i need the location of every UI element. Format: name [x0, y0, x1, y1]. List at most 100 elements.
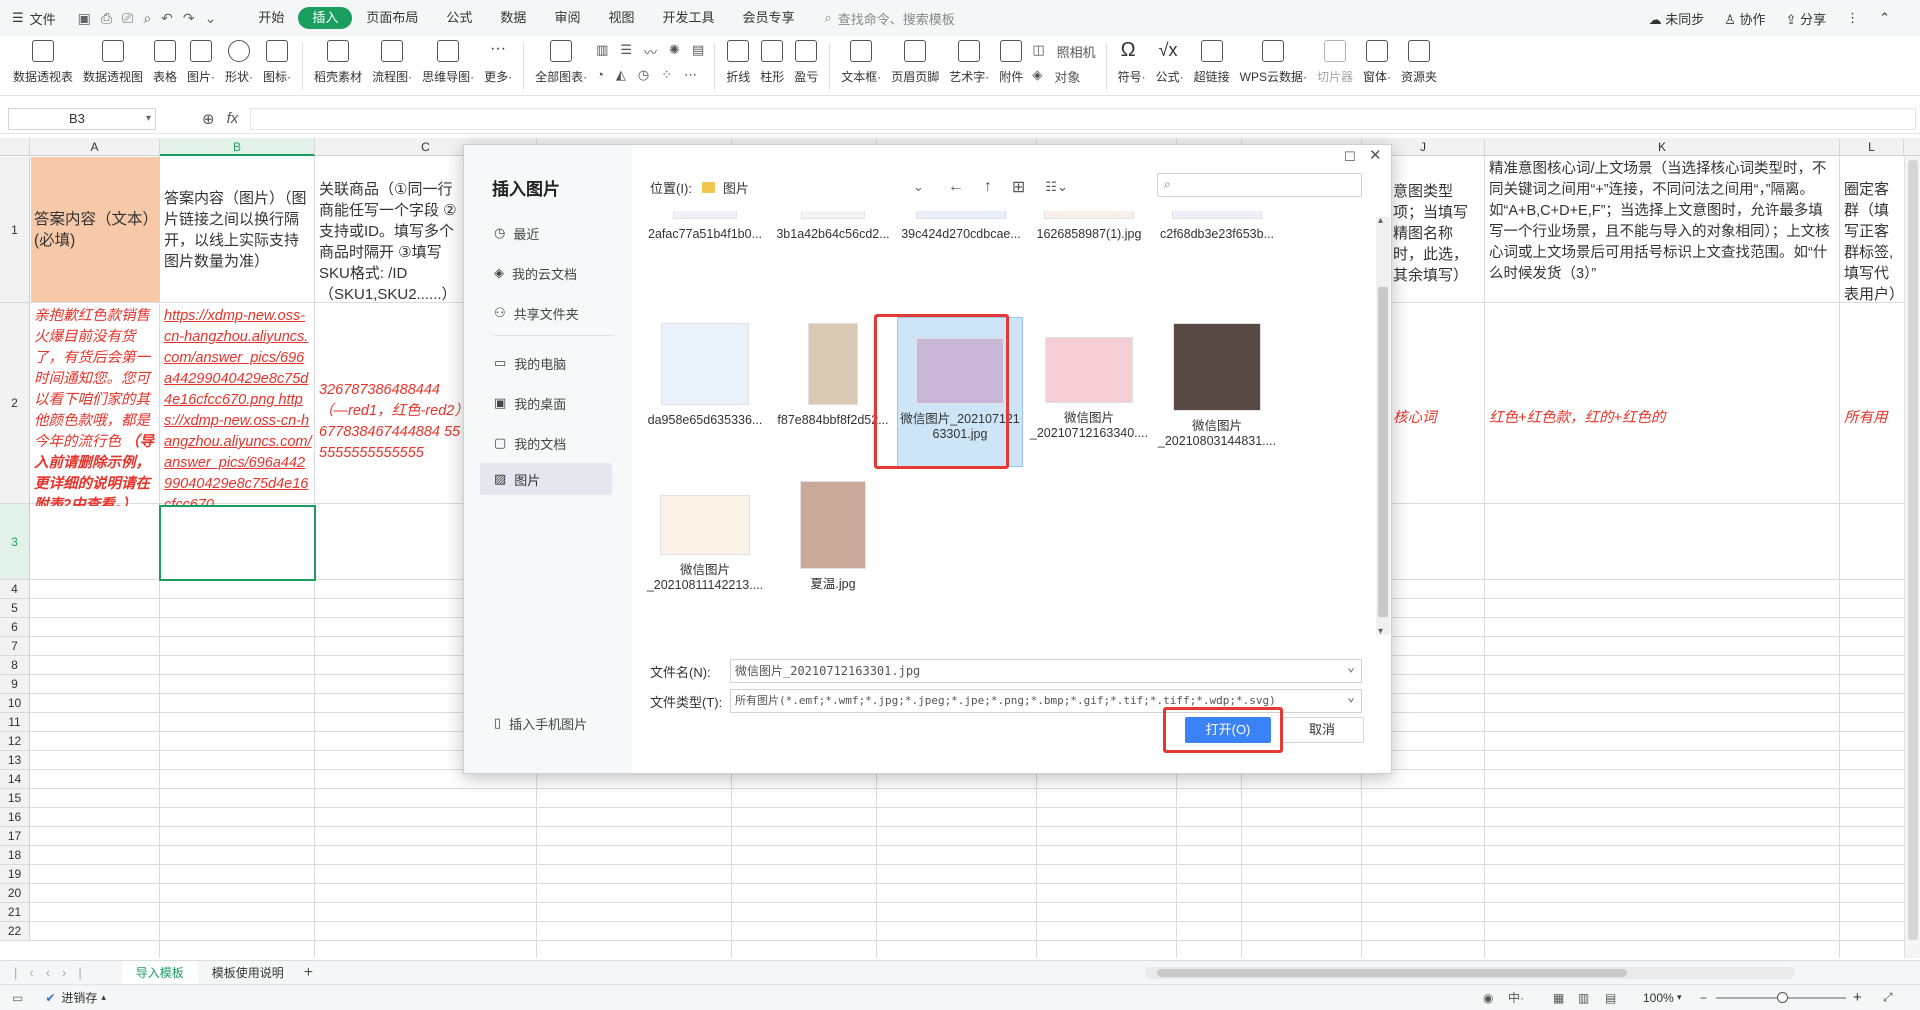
row-header-4[interactable]: 4: [0, 580, 30, 599]
cell-c2[interactable]: 326787386488444（—red1，红色-red2）6778384674…: [316, 378, 466, 458]
filename-input[interactable]: 微信图片_20210712163301.jpg: [730, 657, 1362, 683]
zoom-level[interactable]: 100%: [1643, 991, 1674, 1005]
docer-material-button[interactable]: 稻壳素材: [309, 36, 367, 85]
file-item[interactable]: 3b1a42b64c56cd2...: [769, 211, 897, 309]
zoom-in-plus-icon[interactable]: +: [1853, 989, 1862, 1006]
object-button[interactable]: ◈ 对象: [1032, 67, 1095, 86]
cell-k2[interactable]: 红色+红色款，红的+红色的: [1486, 406, 1840, 430]
row-header-18[interactable]: 18: [0, 846, 30, 865]
header-footer-button[interactable]: 页眉页脚: [886, 36, 944, 85]
cell-k1[interactable]: 精准意图核心词/上文场景（当选择核心词类型时，不同关键词之间用“+”连接，不同问…: [1486, 157, 1840, 302]
pie-chart-icon[interactable]: ◔: [596, 67, 604, 83]
line-chart-icon[interactable]: 〰: [644, 42, 657, 61]
row-header-22[interactable]: 22: [0, 922, 30, 941]
row-header-20[interactable]: 20: [0, 884, 30, 903]
file-item[interactable]: c2f68db3e23f653b...: [1153, 211, 1281, 309]
horizontal-scroll-thumb[interactable]: [1157, 969, 1627, 977]
tab-developer[interactable]: 开发工具: [648, 7, 728, 29]
row-header-16[interactable]: 16: [0, 808, 30, 827]
location-select[interactable]: 图片 ⌄: [700, 176, 928, 198]
dialog-search-input[interactable]: ⌕: [1157, 173, 1362, 197]
file-item[interactable]: 微信图片_20210803144831....: [1153, 323, 1281, 483]
file-item[interactable]: 微信图片_20210712163340....: [1025, 323, 1153, 483]
view-mode-icon[interactable]: ☷⌄: [1045, 179, 1068, 195]
textbox-button[interactable]: 文本框·: [836, 36, 886, 85]
name-box[interactable]: B3: [8, 107, 156, 130]
cell-a2[interactable]: 亲抱歉红色款销售火爆目前没有货了，有货后会第一时间通知您。您可以看下咱们家的其他…: [31, 304, 160, 506]
more-button[interactable]: ··· 更多·: [479, 36, 517, 85]
sheet-nav-arrows[interactable]: |‹‹›|: [14, 965, 94, 980]
tab-formulas[interactable]: 公式: [432, 7, 486, 29]
shape-button[interactable]: 形状·: [220, 36, 258, 85]
row-header-19[interactable]: 19: [0, 865, 30, 884]
column-header-a[interactable]: A: [30, 138, 160, 156]
more-quick-access-icon[interactable]: ⌄: [205, 10, 217, 27]
pivot-chart-button[interactable]: 数据透视图: [78, 36, 148, 85]
close-icon[interactable]: ✕: [1369, 146, 1382, 164]
row-header-7[interactable]: 7: [0, 637, 30, 656]
flowchart-button[interactable]: 流程图·: [367, 36, 417, 85]
nav-shared-folder[interactable]: ⚇ 共享文件夹: [480, 297, 612, 329]
formula-input[interactable]: [250, 107, 1916, 130]
gauge-chart-icon[interactable]: ◷: [638, 67, 649, 83]
cell-a1[interactable]: 答案内容（文本）(必填): [31, 157, 160, 302]
more-options-icon[interactable]: ⋮: [1846, 10, 1859, 26]
hyperlink-button[interactable]: 超链接: [1189, 36, 1235, 85]
save-icon[interactable]: ▣: [78, 10, 91, 27]
mindmap-button[interactable]: 思维导图·: [417, 36, 479, 85]
tab-review[interactable]: 审阅: [540, 7, 594, 29]
nav-cloud-docs[interactable]: ◈ 我的云文档: [480, 257, 612, 289]
cell-l2[interactable]: 所有用户: [1841, 406, 1903, 430]
back-arrow-icon[interactable]: ←: [948, 178, 964, 196]
nav-pictures[interactable]: ▨ 图片: [480, 463, 612, 495]
file-menu[interactable]: ☰ 文件: [12, 9, 56, 28]
more-charts-icon[interactable]: ⋯: [684, 67, 697, 83]
file-grid-scrollbar[interactable]: ▴ ▾: [1376, 215, 1390, 637]
equation-button[interactable]: √x 公式·: [1151, 36, 1189, 85]
zoom-dropdown-icon[interactable]: ▾: [1677, 992, 1682, 1003]
tab-view[interactable]: 视图: [594, 7, 648, 29]
insert-from-phone[interactable]: ▯ 插入手机图片: [480, 707, 612, 739]
collapse-ribbon-icon[interactable]: ⌃: [1879, 10, 1890, 26]
scroll-down-icon[interactable]: ▾: [1378, 626, 1383, 637]
tab-insert[interactable]: 插入: [298, 7, 353, 29]
nav-my-computer[interactable]: ▭ 我的电脑: [480, 347, 612, 379]
bar-chart-h-icon[interactable]: ☰: [620, 42, 632, 61]
column-header-l[interactable]: L: [1840, 138, 1904, 156]
input-method-icon[interactable]: 中·: [1508, 989, 1524, 1006]
sync-status[interactable]: ☁ 未同步: [1649, 9, 1705, 28]
file-item[interactable]: da958e65d635336...: [641, 323, 769, 483]
row-header-17[interactable]: 17: [0, 827, 30, 846]
picture-button[interactable]: 图片·: [182, 36, 220, 85]
cancel-button[interactable]: 取消: [1280, 717, 1364, 743]
print-preview-icon[interactable]: ⌕: [143, 10, 151, 27]
zoom-in-icon[interactable]: ⊕: [202, 110, 215, 128]
row-header-8[interactable]: 8: [0, 656, 30, 675]
attachment-button[interactable]: 附件: [994, 36, 1028, 85]
grid-scroll-thumb[interactable]: [1908, 160, 1918, 940]
row-header-9[interactable]: 9: [0, 675, 30, 694]
sparkline-line-button[interactable]: 折线: [721, 36, 755, 85]
row-header-12[interactable]: 12: [0, 732, 30, 751]
collaborate-button[interactable]: ♙ 协作: [1724, 9, 1765, 28]
column-header-k[interactable]: K: [1485, 138, 1840, 156]
row-header-11[interactable]: 11: [0, 713, 30, 732]
redo-icon[interactable]: ↷: [183, 10, 195, 27]
file-item[interactable]: 1626858987(1).jpg: [1025, 211, 1153, 309]
tab-member[interactable]: 会员专享: [728, 7, 808, 29]
symbol-button[interactable]: Ω 符号·: [1113, 36, 1151, 85]
cell-b1[interactable]: 答案内容（图片）（图片链接之间以换行隔开，以线上实际支持图片数量为准）: [161, 157, 315, 302]
file-item[interactable]: 微信图片_20210811142213....: [641, 481, 769, 636]
grid-vertical-scrollbar[interactable]: [1904, 156, 1920, 958]
new-folder-icon[interactable]: ⊞: [1012, 177, 1025, 197]
sparkline-column-button[interactable]: 柱形: [755, 36, 789, 85]
page-break-view-icon[interactable]: ▤: [1605, 991, 1616, 1005]
tab-home[interactable]: 开始: [244, 7, 298, 29]
tab-data[interactable]: 数据: [486, 7, 540, 29]
wps-cloud-data-button[interactable]: WPS云数据·: [1235, 36, 1312, 85]
select-all-corner[interactable]: [0, 138, 30, 156]
pivot-table-button[interactable]: 数据透视表: [8, 36, 78, 85]
column-chart-icon[interactable]: ▥: [596, 42, 608, 61]
resource-folder-button[interactable]: 资源夹: [1396, 36, 1442, 85]
row-header-2[interactable]: 2: [0, 303, 30, 504]
